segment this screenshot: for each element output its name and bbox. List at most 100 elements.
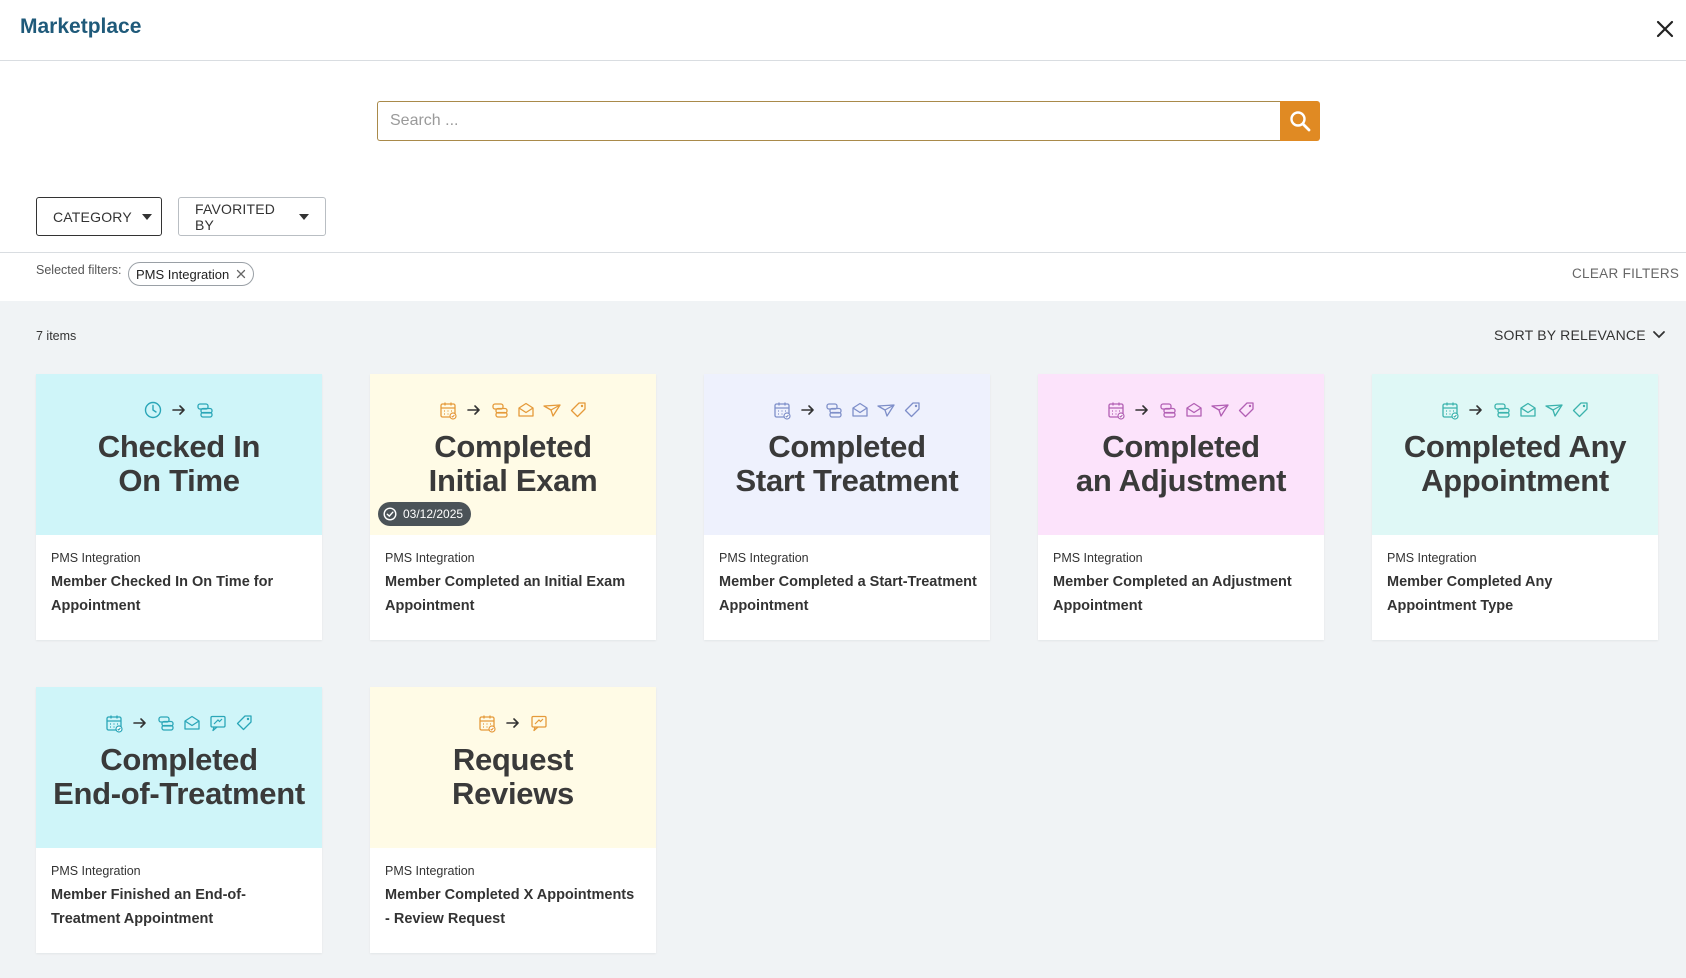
tag-icon bbox=[234, 713, 254, 733]
arrow-right-icon bbox=[503, 713, 523, 733]
card-icons bbox=[370, 400, 656, 420]
card-completed-any-appointment[interactable]: Completed Any Appointment PMS Integratio… bbox=[1372, 374, 1658, 640]
remove-filter-icon[interactable] bbox=[235, 268, 247, 280]
caret-down-icon bbox=[141, 213, 152, 220]
card-headline-line: Completed bbox=[1102, 429, 1260, 464]
tag-icon bbox=[1236, 400, 1256, 420]
card-headline: Completed an Adjustment bbox=[1038, 430, 1324, 498]
card-title: Member Completed a Start-Treatment Appoi… bbox=[719, 574, 977, 614]
tag-icon bbox=[1570, 400, 1590, 420]
paper-plane-icon bbox=[1544, 400, 1564, 420]
card-banner: Request Reviews bbox=[370, 687, 656, 848]
date-badge: 03/12/2025 bbox=[378, 502, 472, 526]
card-icons bbox=[36, 713, 322, 733]
filter-chip-label: PMS Integration bbox=[136, 266, 230, 282]
date-badge-label: 03/12/2025 bbox=[403, 507, 464, 521]
search-bar bbox=[377, 101, 1320, 141]
mail-icon bbox=[516, 400, 536, 420]
card-headline-line: Appointment bbox=[1421, 463, 1609, 498]
coins-icon bbox=[490, 400, 510, 420]
card-banner: Completed Any Appointment bbox=[1372, 374, 1658, 535]
card-headline-line: Completed bbox=[434, 429, 592, 464]
mail-icon bbox=[1518, 400, 1538, 420]
coins-icon bbox=[195, 400, 215, 420]
coins-icon bbox=[156, 713, 176, 733]
card-headline-line: Checked In bbox=[97, 429, 261, 464]
calendar-check-icon bbox=[1106, 400, 1126, 420]
sort-dropdown[interactable]: SORT BY RELEVANCE bbox=[1494, 327, 1666, 343]
card-category: PMS Integration bbox=[719, 551, 809, 565]
search-input[interactable] bbox=[377, 101, 1280, 141]
paper-plane-icon bbox=[876, 400, 896, 420]
calendar-check-icon bbox=[477, 713, 497, 733]
arrow-right-icon bbox=[798, 400, 818, 420]
card-banner: Completed Start Treatment bbox=[704, 374, 990, 535]
arrow-right-icon bbox=[1466, 400, 1486, 420]
card-headline-line: End-of-Treatment bbox=[53, 776, 305, 811]
card-completed-start-treatment[interactable]: Completed Start Treatment PMS Integratio… bbox=[704, 374, 990, 640]
card-icons bbox=[36, 400, 322, 420]
selected-filters-row: Selected filters: PMS Integration CLEAR … bbox=[0, 252, 1686, 301]
card-category: PMS Integration bbox=[51, 864, 141, 878]
sort-label: SORT BY RELEVANCE bbox=[1494, 327, 1646, 343]
card-headline-line: an Adjustment bbox=[1075, 463, 1287, 498]
card-headline-line: Start Treatment bbox=[735, 463, 959, 498]
card-title: Member Completed X Appointments - Review… bbox=[385, 887, 635, 927]
close-icon bbox=[1656, 20, 1674, 38]
coins-icon bbox=[1158, 400, 1178, 420]
card-category: PMS Integration bbox=[385, 864, 475, 878]
card-icons bbox=[370, 713, 656, 733]
filter-chip: PMS Integration bbox=[128, 262, 255, 286]
card-title: Member Completed Any Appointment Type bbox=[1387, 574, 1553, 614]
card-headline: Completed Start Treatment bbox=[704, 430, 990, 498]
card-category: PMS Integration bbox=[51, 551, 141, 565]
card-headline-line: Initial Exam bbox=[428, 463, 598, 498]
calendar-check-icon bbox=[772, 400, 792, 420]
arrow-right-icon bbox=[130, 713, 150, 733]
card-completed-initial-exam[interactable]: Completed Initial Exam 03/12/2025 PMS In… bbox=[370, 374, 656, 640]
card-completed-end-of-treatment[interactable]: Completed End-of-Treatment PMS Integrati… bbox=[36, 687, 322, 953]
card-title: Member Finished an End-of-Treatment Appo… bbox=[51, 887, 246, 927]
card-icons bbox=[1038, 400, 1324, 420]
favorited-by-filter-button[interactable]: FAVORITED BY bbox=[178, 197, 326, 236]
card-category: PMS Integration bbox=[1053, 551, 1143, 565]
paper-plane-icon bbox=[1210, 400, 1230, 420]
card-banner: Completed an Adjustment bbox=[1038, 374, 1324, 535]
card-banner: Checked In On Time bbox=[36, 374, 322, 535]
card-title: Member Completed an Adjustment Appointme… bbox=[1053, 574, 1292, 614]
category-filter-label: CATEGORY bbox=[53, 208, 132, 225]
card-banner: Completed End-of-Treatment bbox=[36, 687, 322, 848]
review-icon bbox=[529, 713, 549, 733]
selected-filters-label: Selected filters: bbox=[36, 263, 122, 277]
card-headline-line: Completed bbox=[768, 429, 926, 464]
card-headline-line: Request bbox=[452, 742, 574, 777]
coins-icon bbox=[1492, 400, 1512, 420]
card-icons bbox=[1372, 400, 1658, 420]
card-headline: Completed Any Appointment bbox=[1372, 430, 1658, 498]
category-filter-button[interactable]: CATEGORY bbox=[36, 197, 162, 236]
card-banner: Completed Initial Exam 03/12/2025 bbox=[370, 374, 656, 535]
card-request-reviews[interactable]: Request Reviews PMS Integration Member C… bbox=[370, 687, 656, 953]
card-headline: Completed Initial Exam bbox=[370, 430, 656, 498]
results-area: 7 items SORT BY RELEVANCE Checked In On … bbox=[0, 301, 1686, 978]
caret-down-icon bbox=[299, 213, 309, 220]
mail-icon bbox=[1184, 400, 1204, 420]
close-button[interactable] bbox=[1652, 16, 1678, 42]
card-title: Member Completed an Initial Exam Appoint… bbox=[385, 574, 626, 614]
card-headline: Request Reviews bbox=[370, 743, 656, 811]
card-icons bbox=[704, 400, 990, 420]
card-completed-an-adjustment[interactable]: Completed an Adjustment PMS Integration … bbox=[1038, 374, 1324, 640]
card-headline-line: Reviews bbox=[452, 776, 574, 811]
card-headline: Checked In On Time bbox=[36, 430, 322, 498]
card-headline: Completed End-of-Treatment bbox=[36, 743, 322, 811]
favorited-by-filter-label: FAVORITED BY bbox=[195, 200, 276, 233]
card-category: PMS Integration bbox=[385, 551, 475, 565]
card-category: PMS Integration bbox=[1387, 551, 1477, 565]
clear-filters-link[interactable]: CLEAR FILTERS bbox=[1572, 266, 1679, 281]
calendar-check-icon bbox=[104, 713, 124, 733]
arrow-right-icon bbox=[1132, 400, 1152, 420]
card-checked-in-on-time[interactable]: Checked In On Time PMS Integration Membe… bbox=[36, 374, 322, 640]
search-button[interactable] bbox=[1280, 101, 1320, 141]
arrow-right-icon bbox=[169, 400, 189, 420]
mail-icon bbox=[182, 713, 202, 733]
